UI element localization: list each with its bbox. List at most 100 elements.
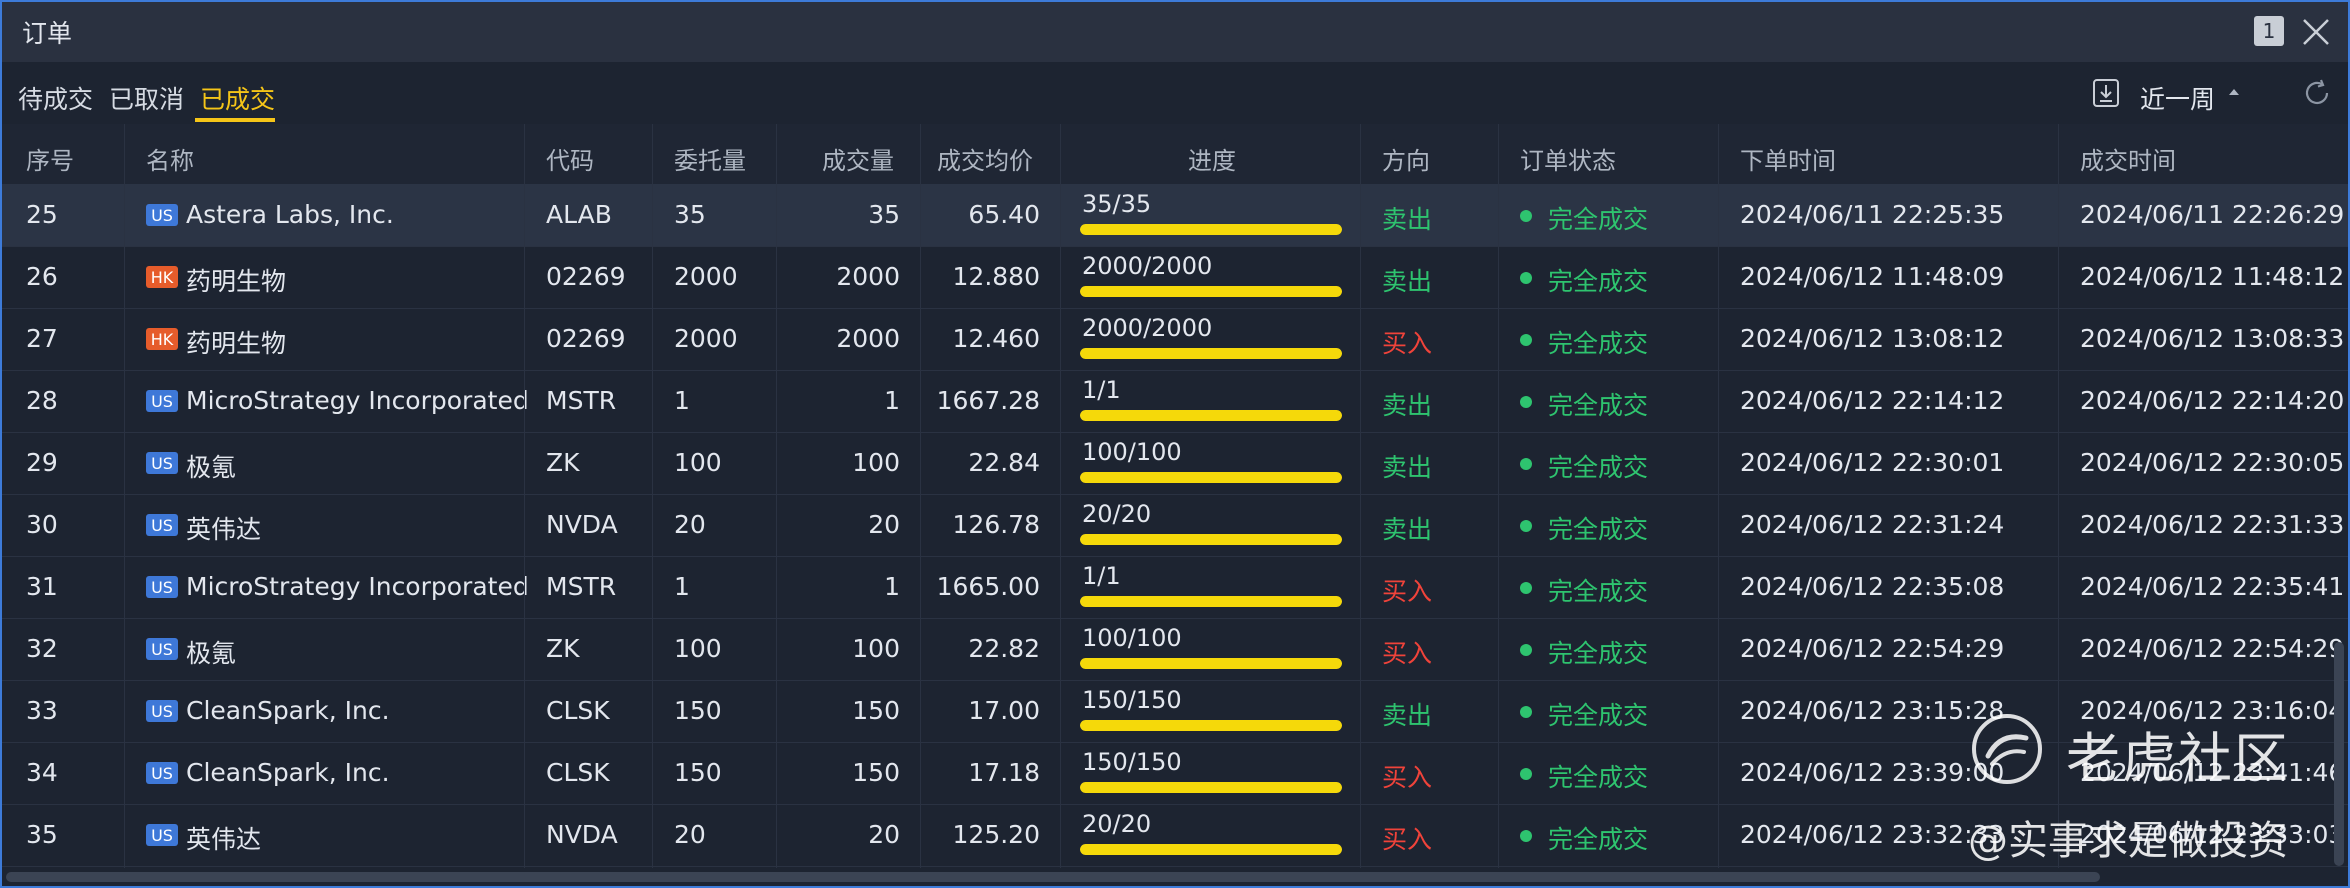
progress-fill bbox=[1080, 844, 1342, 855]
row-status: 完全成交 bbox=[1548, 763, 1649, 792]
progress-text: 20/20 bbox=[1082, 810, 1152, 838]
row-seq: 34 bbox=[26, 758, 58, 787]
row-order-time: 2024/06/12 22:14:12 bbox=[1740, 386, 2005, 415]
table-row[interactable]: 32 US 极氪 ZK 100 100 22.82 100/100 买入 完全成交 2024/06/… bbox=[2, 618, 2348, 681]
row-order-time: 2024/06/12 23:32:33 bbox=[1740, 820, 2005, 849]
row-name[interactable]: MicroStrategy Incorporated bbox=[186, 572, 529, 601]
row-code: ALAB bbox=[546, 200, 612, 229]
row-avg-price: 126.78 bbox=[952, 510, 1040, 539]
progress-text: 150/150 bbox=[1082, 686, 1182, 714]
col-avg-price[interactable]: 成交均价 bbox=[937, 141, 1033, 176]
row-name[interactable]: CleanSpark, Inc. bbox=[186, 758, 390, 787]
col-fill-time[interactable]: 成交时间 bbox=[2080, 141, 2176, 176]
table-row[interactable]: 29 US 极氪 ZK 100 100 22.84 100/100 卖出 完全成交 2024/06/… bbox=[2, 432, 2348, 495]
market-badge: HK bbox=[146, 266, 178, 288]
table-row[interactable]: 26 HK 药明生物 02269 2000 2000 12.880 2000/2000 卖出 完全… bbox=[2, 246, 2348, 309]
horizontal-scrollbar[interactable] bbox=[6, 872, 2100, 882]
col-filled-qty[interactable]: 成交量 bbox=[822, 141, 894, 176]
progress-fill bbox=[1080, 720, 1342, 731]
row-name[interactable]: CleanSpark, Inc. bbox=[186, 696, 390, 725]
row-filled-qty: 100 bbox=[852, 634, 900, 663]
row-name[interactable]: 药明生物 bbox=[186, 324, 286, 360]
watermark-title: 老虎社区 bbox=[2066, 727, 2290, 790]
col-order-time[interactable]: 下单时间 bbox=[1740, 141, 1836, 176]
row-avg-price: 22.84 bbox=[968, 448, 1040, 477]
window-count-badge[interactable]: 1 bbox=[2254, 16, 2284, 46]
row-filled-qty: 100 bbox=[852, 448, 900, 477]
row-avg-price: 17.18 bbox=[968, 758, 1040, 787]
row-order-qty: 35 bbox=[674, 200, 706, 229]
col-name[interactable]: 名称 bbox=[146, 141, 194, 176]
market-badge: US bbox=[146, 390, 178, 412]
period-select[interactable]: 近一周 bbox=[2140, 80, 2215, 116]
status-dot-icon bbox=[1520, 830, 1532, 842]
row-filled-qty: 150 bbox=[852, 758, 900, 787]
table-row[interactable]: 31 US MicroStrategy Incorporated MSTR 1 1 1665… bbox=[2, 556, 2348, 619]
progress-text: 2000/2000 bbox=[1082, 252, 1213, 280]
row-order-qty: 1 bbox=[674, 386, 690, 415]
progress-bar bbox=[1080, 534, 1342, 545]
table-row[interactable]: 27 HK 药明生物 02269 2000 2000 12.460 2000/2000 买入 完全… bbox=[2, 308, 2348, 371]
row-name[interactable]: 极氪 bbox=[186, 448, 236, 484]
row-name[interactable]: Astera Labs, Inc. bbox=[186, 200, 394, 229]
table-row[interactable]: 25 US Astera Labs, Inc. ALAB 35 35 65.40 35/35 卖… bbox=[2, 184, 2348, 247]
table-row[interactable]: 28 US MicroStrategy Incorporated MSTR 1 1 1667… bbox=[2, 370, 2348, 433]
row-direction: 买入 bbox=[1382, 577, 1433, 606]
row-order-qty: 150 bbox=[674, 758, 722, 787]
col-progress[interactable]: 进度 bbox=[1188, 141, 1236, 176]
row-code: 02269 bbox=[546, 262, 626, 291]
progress-bar bbox=[1080, 844, 1342, 855]
progress-text: 1/1 bbox=[1082, 376, 1121, 404]
row-status: 完全成交 bbox=[1548, 701, 1649, 730]
progress-bar bbox=[1080, 658, 1342, 669]
row-code: ZK bbox=[546, 634, 580, 663]
row-code: 02269 bbox=[546, 324, 626, 353]
col-code[interactable]: 代码 bbox=[546, 141, 594, 176]
row-order-qty: 1 bbox=[674, 572, 690, 601]
row-name[interactable]: 英伟达 bbox=[186, 820, 261, 856]
row-direction: 买入 bbox=[1382, 763, 1433, 792]
row-avg-price: 12.880 bbox=[952, 262, 1040, 291]
progress-bar bbox=[1080, 782, 1342, 793]
row-fill-time: 2024/06/11 22:26:29 bbox=[2080, 200, 2345, 229]
status-dot-icon bbox=[1520, 706, 1532, 718]
col-seq[interactable]: 序号 bbox=[26, 141, 74, 176]
row-order-qty: 2000 bbox=[674, 324, 738, 353]
row-seq: 31 bbox=[26, 572, 58, 601]
progress-text: 100/100 bbox=[1082, 438, 1182, 466]
progress-fill bbox=[1080, 596, 1342, 607]
progress-fill bbox=[1080, 224, 1342, 235]
row-order-qty: 150 bbox=[674, 696, 722, 725]
progress-fill bbox=[1080, 472, 1342, 483]
tab-pending[interactable]: 待成交 bbox=[18, 80, 93, 116]
vertical-scrollbar[interactable] bbox=[2334, 642, 2344, 866]
row-order-time: 2024/06/12 22:31:24 bbox=[1740, 510, 2005, 539]
close-icon[interactable] bbox=[2300, 16, 2332, 48]
col-divider bbox=[1060, 124, 1061, 868]
tab-filled[interactable]: 已成交 bbox=[200, 80, 275, 116]
col-direction[interactable]: 方向 bbox=[1382, 141, 1430, 176]
download-icon[interactable] bbox=[2092, 78, 2120, 108]
row-status: 完全成交 bbox=[1548, 825, 1649, 854]
market-badge: US bbox=[146, 452, 178, 474]
table-row[interactable]: 30 US 英伟达 NVDA 20 20 126.78 20/20 卖出 完全成交 2024/06/… bbox=[2, 494, 2348, 557]
progress-bar bbox=[1080, 472, 1342, 483]
row-avg-price: 1665.00 bbox=[936, 572, 1040, 601]
row-name[interactable]: 极氪 bbox=[186, 634, 236, 670]
row-name[interactable]: MicroStrategy Incorporated bbox=[186, 386, 529, 415]
row-direction: 买入 bbox=[1382, 329, 1433, 358]
col-status[interactable]: 订单状态 bbox=[1520, 141, 1616, 176]
row-seq: 33 bbox=[26, 696, 58, 725]
row-name[interactable]: 英伟达 bbox=[186, 510, 261, 546]
progress-bar bbox=[1080, 596, 1342, 607]
refresh-icon[interactable] bbox=[2302, 78, 2332, 108]
row-avg-price: 12.460 bbox=[952, 324, 1040, 353]
progress-bar bbox=[1080, 224, 1342, 235]
row-fill-time: 2024/06/12 22:31:33 bbox=[2080, 510, 2345, 539]
row-name[interactable]: 药明生物 bbox=[186, 262, 286, 298]
status-dot-icon bbox=[1520, 458, 1532, 470]
caret-up-icon[interactable] bbox=[2228, 86, 2240, 96]
col-order-qty[interactable]: 委托量 bbox=[674, 141, 746, 176]
tab-cancelled[interactable]: 已取消 bbox=[109, 80, 184, 116]
row-fill-time: 2024/06/12 22:14:20 bbox=[2080, 386, 2345, 415]
